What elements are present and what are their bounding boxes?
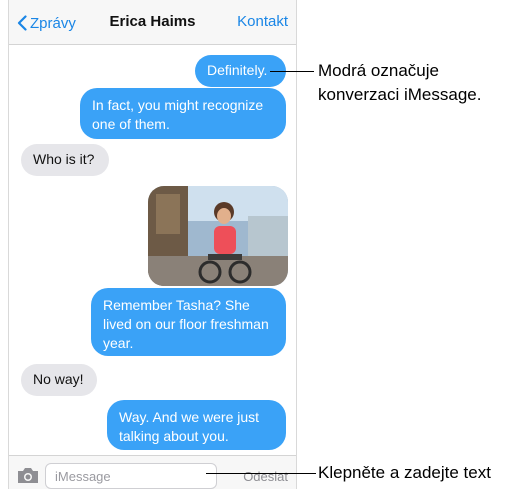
camera-icon[interactable] [16, 465, 40, 485]
callout-line-1: Modrá označuje [318, 61, 439, 80]
message-text: Remember Tasha? She lived on our floor f… [103, 297, 269, 351]
message-input[interactable] [45, 463, 217, 489]
message-bubble-sent[interactable]: Way. And we were just talking about you. [107, 400, 286, 450]
message-text: In fact, you might recognize one of them… [92, 97, 264, 132]
back-label: Zprávy [30, 14, 76, 32]
message-input-bar: Odeslat [9, 455, 296, 489]
message-text: No way! [33, 371, 84, 387]
message-bubble-sent[interactable]: In fact, you might recognize one of them… [80, 88, 286, 139]
callout-leader-line [270, 71, 314, 72]
message-bubble-sent[interactable]: Remember Tasha? She lived on our floor f… [91, 288, 286, 356]
message-text: Way. And we were just talking about you. [119, 409, 260, 444]
send-button[interactable]: Odeslat [243, 469, 288, 484]
message-bubble-received[interactable]: No way! [21, 364, 97, 396]
callout-leader-line [206, 473, 316, 474]
contact-button[interactable]: Kontakt [237, 13, 288, 30]
messages-screen: Zprávy Erica Haims Kontakt Definitely. I… [8, 0, 297, 489]
callout-input-note: Klepněte a zadejte text [318, 463, 491, 482]
chevron-left-icon [17, 15, 27, 31]
callout-imessage-note: Modrá označuje konverzaci iMessage. [318, 59, 481, 107]
callout-line-2: konverzaci iMessage. [318, 85, 482, 104]
message-text: Who is it? [33, 151, 95, 167]
photo-message[interactable] [148, 186, 288, 286]
photo-image [148, 186, 288, 286]
message-text: Definitely. [207, 62, 268, 78]
navigation-bar: Zprávy Erica Haims Kontakt [9, 0, 296, 45]
message-bubble-received[interactable]: Who is it? [21, 144, 109, 176]
back-button[interactable]: Zprávy [17, 13, 76, 33]
